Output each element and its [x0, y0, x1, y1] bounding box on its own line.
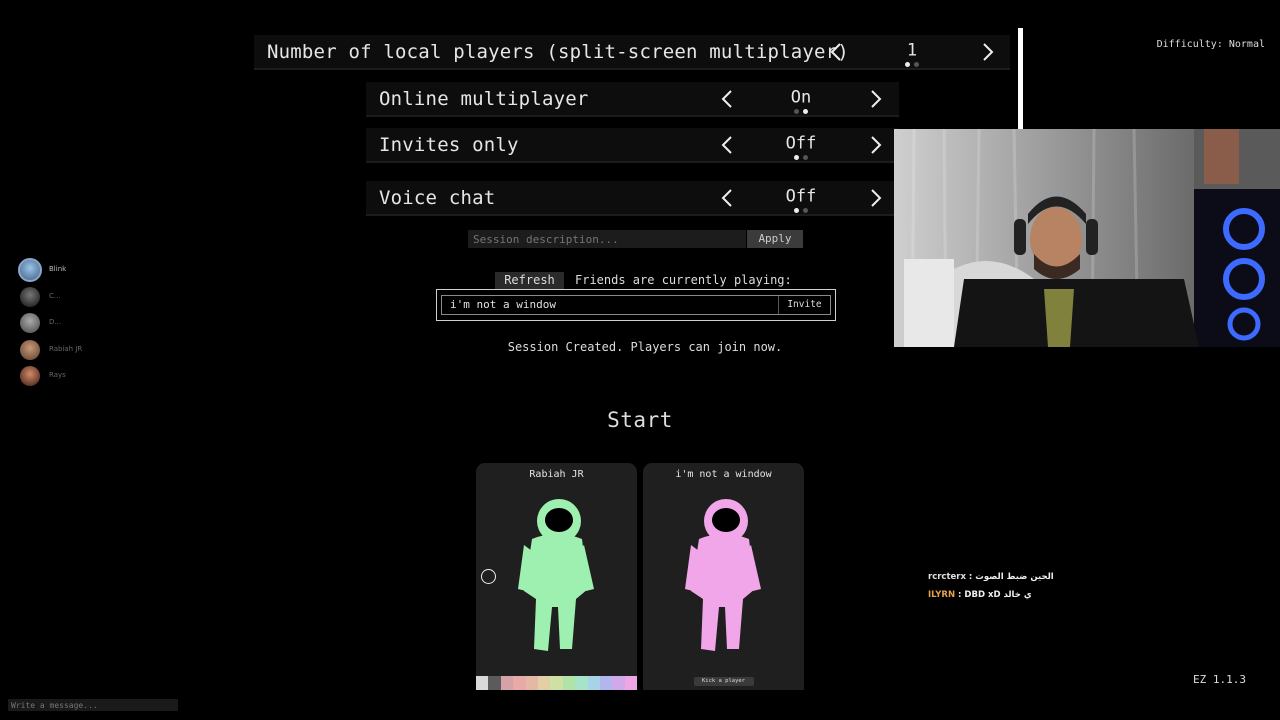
session-description-input[interactable] [468, 230, 746, 248]
apply-button[interactable]: Apply [747, 230, 803, 248]
chat-text: DBD xD ي خالد [964, 590, 1032, 600]
friend-list: Blink C... D... Rabiah JR Rays [18, 258, 138, 391]
refresh-button[interactable]: Refresh [495, 272, 564, 289]
friends-playing-label: Friends are currently playing: [575, 273, 792, 287]
chevron-right-icon[interactable] [976, 41, 998, 63]
chevron-right-icon[interactable] [864, 187, 886, 209]
chevron-left-icon[interactable] [717, 134, 739, 156]
kick-player-button[interactable]: Kick a player [693, 677, 754, 686]
color-swatch[interactable] [537, 676, 551, 690]
chat-text: الحين ضبط الصوت [975, 572, 1054, 582]
friend-name: C... [49, 291, 61, 300]
player-card: i'm not a window Kick a player [643, 463, 804, 690]
avatar [18, 258, 42, 282]
player-name: i'm not a window [675, 469, 772, 480]
avatar [20, 286, 40, 307]
setting-invites-only: Invites only Off [366, 128, 899, 163]
chat-user: ILYRN [928, 590, 956, 600]
list-item[interactable]: C... [18, 285, 138, 312]
setting-online-multiplayer: Online multiplayer On [366, 82, 899, 117]
invite-button[interactable]: Invite [778, 296, 830, 314]
start-button[interactable]: Start [600, 408, 680, 432]
version-label: EZ 1.1.3 [1193, 673, 1246, 686]
chevron-right-icon[interactable] [864, 88, 886, 110]
difficulty-label: Difficulty: Normal [1156, 39, 1265, 50]
page-indicator [771, 154, 831, 160]
chat-overlay: rcrcterx : الحين ضبط الصوت ILYRN : DBD x… [928, 572, 1054, 608]
setting-voice-chat: Voice chat Off [366, 181, 899, 216]
color-swatch[interactable] [488, 676, 501, 690]
chat-message: rcrcterx : الحين ضبط الصوت [928, 572, 1054, 582]
list-item: i'm not a window Invite [441, 295, 831, 315]
chevron-right-icon[interactable] [864, 134, 886, 156]
color-swatch[interactable] [525, 676, 538, 690]
setting-label: Online multiplayer [379, 87, 589, 110]
chat-message: ILYRN : DBD xD ي خالد [928, 590, 1032, 600]
color-swatch[interactable] [624, 676, 638, 690]
webcam-overlay [894, 129, 1280, 347]
chevron-left-icon[interactable] [717, 88, 739, 110]
setting-value: On [790, 86, 812, 107]
friend-name: D... [49, 318, 62, 326]
list-item[interactable]: Blink [18, 258, 138, 285]
list-item[interactable]: D... [18, 311, 138, 338]
astronaut-icon [685, 499, 761, 651]
setting-value: Off [785, 132, 817, 153]
color-swatches[interactable] [476, 676, 638, 690]
setting-label: Number of local players (split-screen mu… [267, 40, 849, 63]
setting-value: Off [785, 185, 817, 206]
color-swatch[interactable] [476, 676, 489, 690]
page-indicator [771, 108, 831, 114]
friend-name: Blink [49, 265, 67, 273]
color-swatch[interactable] [562, 676, 576, 690]
page-indicator [771, 207, 831, 213]
color-swatch[interactable] [599, 676, 613, 690]
avatar [20, 313, 40, 333]
player-card: Rabiah JR [476, 463, 638, 690]
setting-label: Voice chat [379, 186, 496, 209]
message-input[interactable] [8, 699, 178, 711]
color-swatch[interactable] [575, 676, 588, 690]
setting-local-players: Number of local players (split-screen mu… [254, 35, 1010, 70]
list-item[interactable]: Rays [18, 364, 138, 391]
chevron-left-icon[interactable] [717, 187, 739, 209]
setting-value: 1 [906, 39, 918, 60]
friend-name: i'm not a window [450, 298, 556, 311]
player-name: Rabiah JR [529, 469, 584, 480]
color-swatch[interactable] [612, 676, 625, 690]
cursor-icon [481, 569, 496, 584]
scrollbar[interactable] [1018, 28, 1023, 129]
chevron-left-icon[interactable] [826, 41, 848, 63]
color-swatch[interactable] [513, 676, 526, 690]
avatar [20, 366, 40, 386]
color-swatch[interactable] [587, 676, 600, 690]
list-item[interactable]: Rabiah JR [18, 338, 138, 365]
friend-name: Rabiah JR [49, 344, 83, 353]
friend-name: Rays [49, 371, 66, 379]
friends-playing-list: i'm not a window Invite [436, 289, 836, 321]
astronaut-icon [518, 499, 594, 651]
page-indicator [882, 61, 942, 67]
color-swatch[interactable] [550, 676, 563, 690]
color-swatch[interactable] [500, 676, 514, 690]
avatar [20, 339, 40, 360]
webcam-image [894, 129, 1280, 347]
chat-user: rcrcterx [928, 572, 966, 582]
setting-label: Invites only [379, 133, 519, 156]
